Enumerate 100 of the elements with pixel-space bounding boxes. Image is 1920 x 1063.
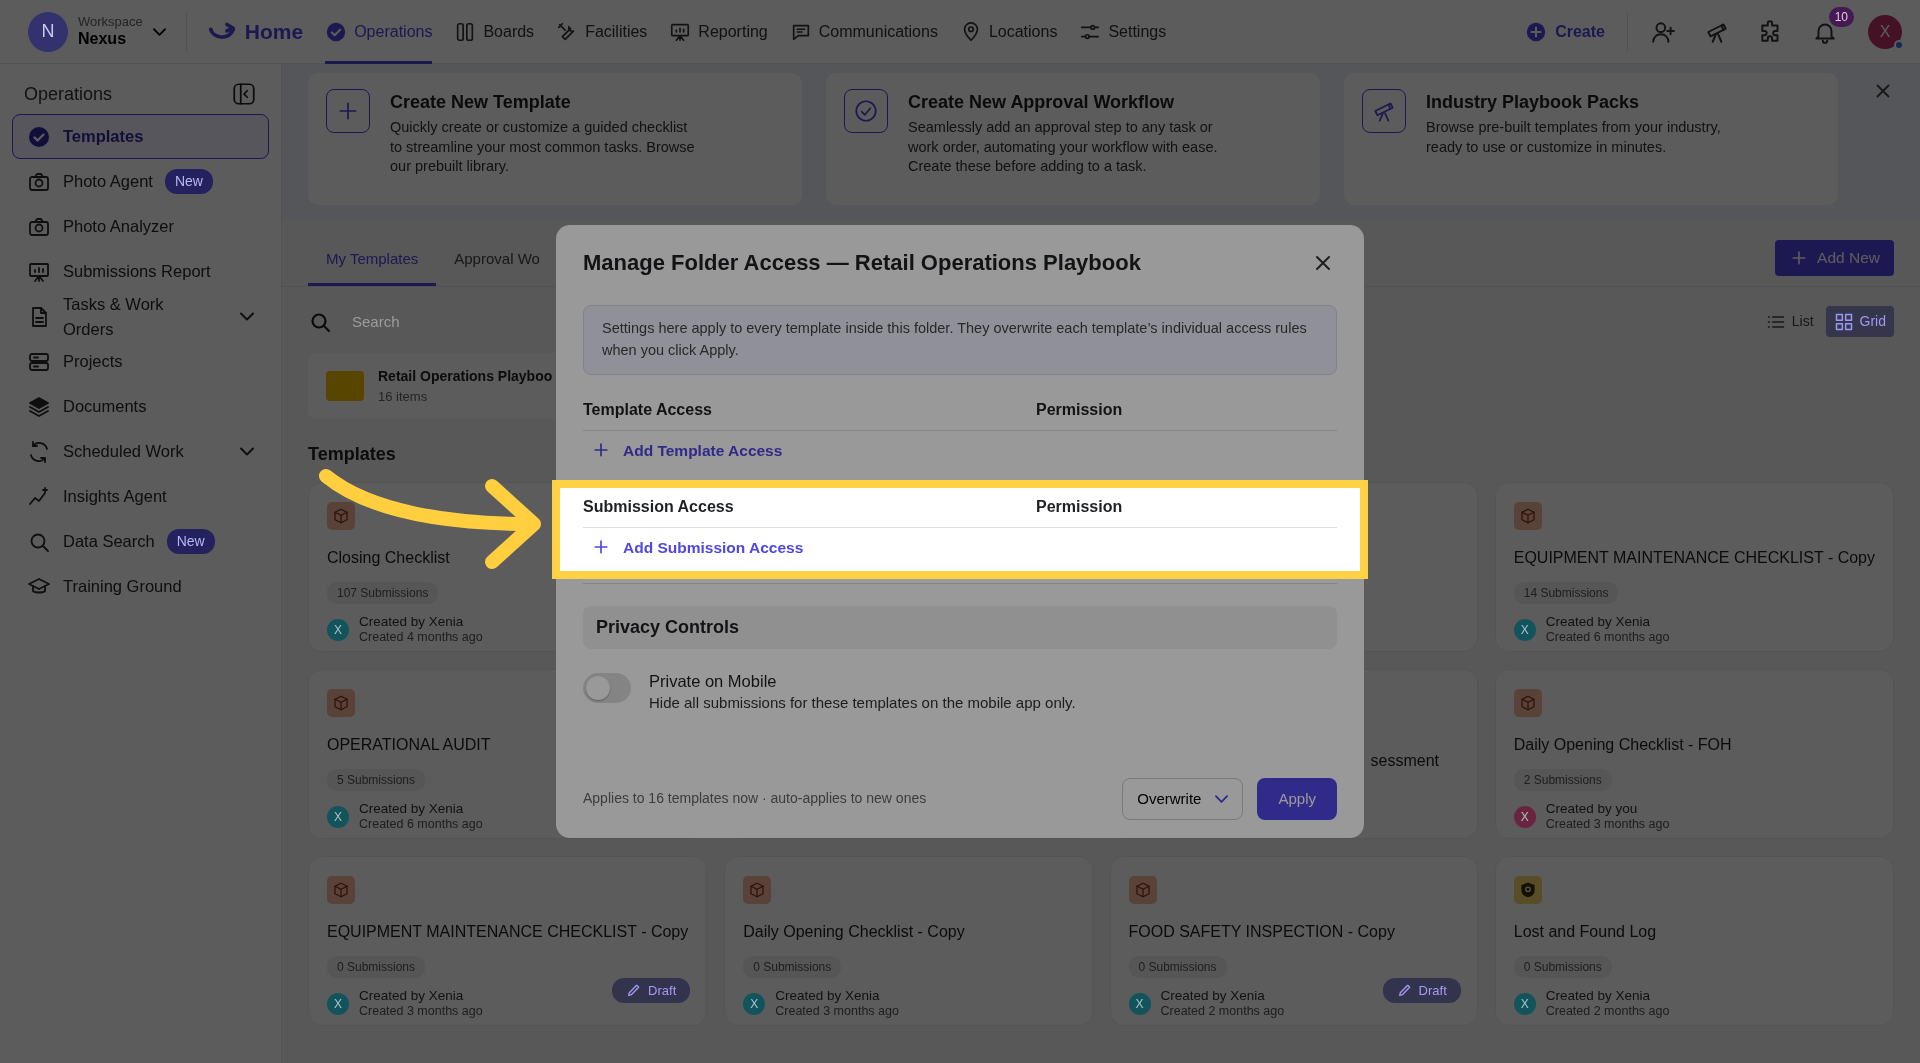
creator-name: Created by Xenia xyxy=(1545,614,1652,631)
template-card[interactable]: FOOD SAFETY INSPECTION - Copy 0 Submissions X Created by Xenia Created 2 months ago Draft xyxy=(1109,856,1478,1026)
layers-icon xyxy=(27,394,51,419)
promo-card[interactable]: Create New Approval Workflow Seamlessly add an approval step to any task or work order, automating your workflow with ease. Create these before adding to a task. xyxy=(826,73,1320,205)
sidebar-item[interactable]: Training Ground xyxy=(12,564,269,609)
view-toggle[interactable]: List xyxy=(1757,306,1822,338)
created-date: Created 6 months ago xyxy=(1545,630,1670,646)
submission-count: 14 Submissions xyxy=(1513,582,1619,604)
draft-button[interactable]: Draft xyxy=(1382,977,1461,1003)
template-title: Daily Opening Checklist - FOH xyxy=(1513,735,1732,755)
add-access-link[interactable]: Add Template Access xyxy=(583,430,791,472)
column-header: Permission xyxy=(1036,497,1123,518)
submission-count: 2 Submissions xyxy=(1513,769,1612,791)
template-title: EQUIPMENT MAINTENANCE CHECKLIST - Copy xyxy=(327,922,689,942)
notification-badge: 10 xyxy=(1828,6,1854,27)
sidebar-item[interactable]: Tasks & Work Orders xyxy=(12,294,269,339)
nav-tab[interactable]: Reporting xyxy=(669,0,768,64)
nav-tab[interactable]: Locations xyxy=(959,0,1058,64)
template-title: EQUIPMENT MAINTENANCE CHECKLIST - Copy xyxy=(1513,548,1875,568)
sidebar-item[interactable]: Submissions Report xyxy=(12,249,269,294)
sidebar-item[interactable]: Photo Agent New xyxy=(12,159,269,204)
submission-count: 5 Submissions xyxy=(327,769,426,791)
template-title: OPERATIONAL AUDIT xyxy=(327,735,491,755)
nav-tab[interactable]: Boards xyxy=(454,0,535,64)
refresh-icon xyxy=(27,439,51,464)
promo-title: Create New Approval Workflow xyxy=(908,91,1176,114)
promo-card[interactable]: Create New Template Quickly create or customize a guided checklist to streamline your most common tasks. Browse our prebuilt library. xyxy=(308,73,802,205)
create-button[interactable]: Create xyxy=(1525,11,1628,52)
template-title: sessment xyxy=(1370,751,1439,771)
sidebar-item[interactable]: Projects xyxy=(12,339,269,384)
nav-tab[interactable]: Settings xyxy=(1079,0,1167,64)
sidebar-item[interactable]: Insights Agent xyxy=(12,474,269,519)
creator-name: Created by Xenia xyxy=(359,801,465,818)
box-icon xyxy=(332,507,350,525)
box-icon xyxy=(1133,881,1152,899)
sidebar-title: Operations xyxy=(24,82,113,106)
promo-card[interactable]: Industry Playbook Packs Browse pre-built templates from your industry, ready to use or customize in minutes. xyxy=(1344,73,1838,205)
template-card[interactable]: Daily Opening Checklist - FOH 2 Submissions X Created by you Created 3 months ago xyxy=(1494,669,1894,839)
creator-name: Created by you xyxy=(1545,801,1639,818)
chevron-down-icon xyxy=(152,27,166,36)
created-date: Created 2 months ago xyxy=(1160,1004,1285,1020)
add-new-button[interactable]: Add New xyxy=(1775,240,1894,276)
item-count: 16 items xyxy=(378,387,429,406)
creator-avatar: X xyxy=(327,618,349,641)
creator-avatar: X xyxy=(1513,992,1536,1015)
column-header: Permission xyxy=(1036,400,1123,420)
box-icon xyxy=(1518,694,1537,712)
sidebar-item[interactable]: Templates xyxy=(12,114,269,159)
pencil-icon xyxy=(1396,982,1413,999)
check-circle-icon xyxy=(325,20,348,43)
new-badge: New xyxy=(164,169,213,194)
sidebar-item[interactable]: Scheduled Work xyxy=(12,429,269,474)
status-dot xyxy=(1894,39,1904,50)
created-date: Created 3 months ago xyxy=(359,1004,483,1020)
privacy-heading: Privacy Controls xyxy=(583,606,1337,649)
grid-icon xyxy=(1833,311,1854,332)
new-badge: New xyxy=(166,529,215,554)
check-circle-icon xyxy=(853,98,879,124)
shield-icon xyxy=(1518,881,1537,899)
search-field[interactable]: Search xyxy=(348,304,548,339)
promo-description: Seamlessly add an approval step to any task or work order, automating your workflow with ease. Create these before adding to a task. xyxy=(908,118,1218,177)
created-date: Created 6 months ago xyxy=(359,817,483,833)
creator-name: Created by Xenia xyxy=(359,614,465,631)
submission-count: 107 Submissions xyxy=(327,582,439,604)
box-icon xyxy=(748,881,767,899)
workspace-switcher[interactable]: N Workspace Nexus xyxy=(28,11,166,52)
template-title: Lost and Found Log xyxy=(1513,922,1657,942)
tab[interactable]: My Templates xyxy=(308,238,437,286)
creator-name: Created by Xenia xyxy=(1160,988,1266,1005)
user-avatar[interactable]: X xyxy=(1868,14,1902,49)
sidebar-item[interactable]: Data Search New xyxy=(12,519,269,564)
toggle-switch[interactable] xyxy=(583,673,631,703)
created-date: Created 3 months ago xyxy=(1545,817,1670,833)
home-link[interactable]: Home xyxy=(206,15,304,48)
sidebar-item[interactable]: Photo Analyzer xyxy=(12,204,269,249)
collapse-sidebar-icon[interactable] xyxy=(231,81,257,107)
sidebar-item[interactable]: Documents xyxy=(12,384,269,429)
creator-name: Created by Xenia xyxy=(1545,988,1652,1005)
view-toggle[interactable]: Grid xyxy=(1825,306,1894,338)
apply-button[interactable]: Apply xyxy=(1257,777,1337,820)
creator-name: Created by Xenia xyxy=(359,988,465,1005)
promo-description: Quickly create or customize a guided checklist to streamline your most common tasks. Browse our prebuilt library. xyxy=(390,118,696,177)
check-circle-icon xyxy=(27,124,51,149)
mode-dropdown[interactable]: Overwrite xyxy=(1122,777,1244,820)
creator-avatar: X xyxy=(327,992,349,1015)
draft-button[interactable]: Draft xyxy=(612,977,691,1003)
promo-title: Industry Playbook Packs xyxy=(1426,91,1641,114)
box-icon xyxy=(1518,507,1537,525)
created-date: Created 4 months ago xyxy=(359,630,483,646)
template-title: FOOD SAFETY INSPECTION - Copy xyxy=(1128,922,1395,942)
creator-avatar: X xyxy=(1513,618,1536,641)
nav-tab[interactable]: Communications xyxy=(789,0,938,64)
chevron-down-icon xyxy=(1215,794,1229,803)
nav-tab[interactable]: Facilities xyxy=(556,0,648,64)
template-card[interactable]: EQUIPMENT MAINTENANCE CHECKLIST - Copy 14 Submissions X Created by Xenia Created 6 months ago xyxy=(1494,482,1894,652)
tab[interactable]: Approval Wo xyxy=(436,238,558,286)
promo-description: Browse pre-built templates from your industry, ready to use or customize in minutes. xyxy=(1426,118,1722,157)
creator-name: Created by Xenia xyxy=(775,988,881,1005)
folder-name: Retail Operations Playboo xyxy=(378,366,553,386)
creator-avatar: X xyxy=(327,805,349,828)
